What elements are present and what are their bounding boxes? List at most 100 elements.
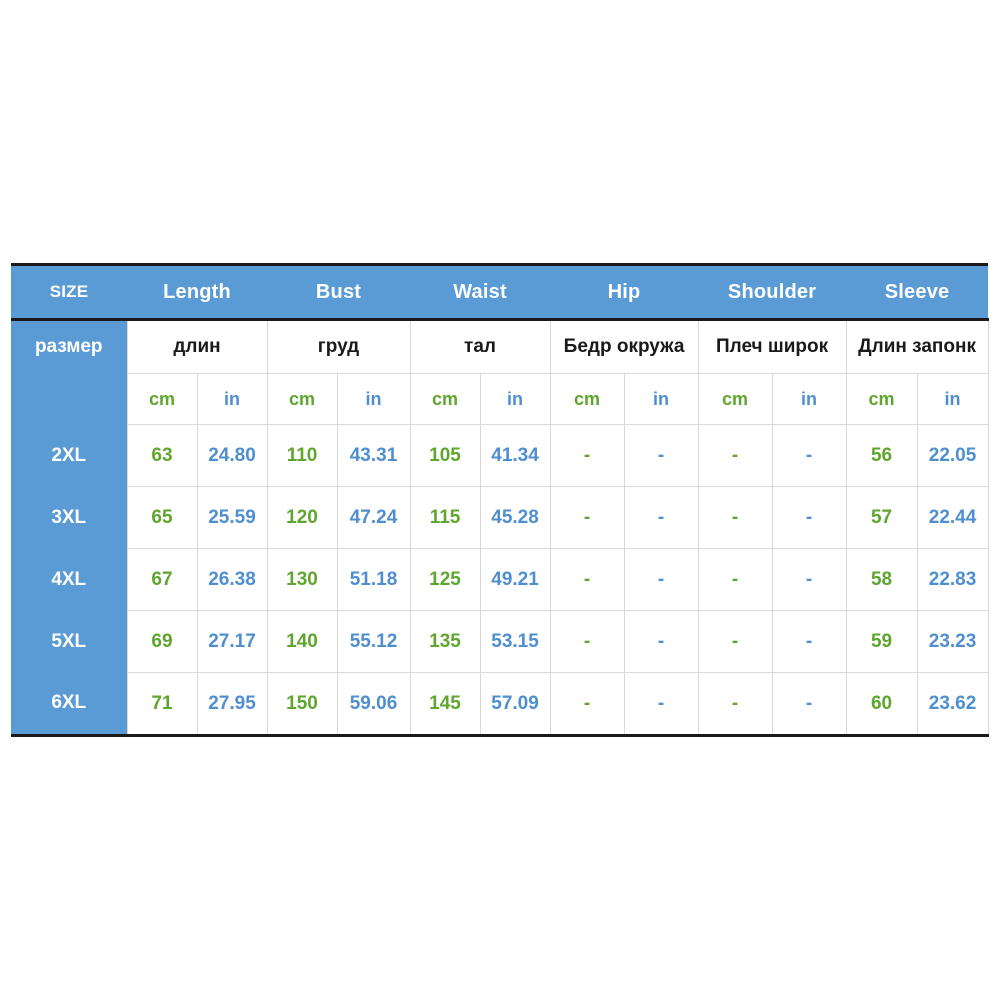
size-label: 2XL	[11, 424, 127, 487]
cell-shoulder-cm: -	[697, 610, 773, 673]
header-waist-en: Waist	[410, 263, 551, 321]
header-row-units: cm in cm in cm in cm in cm in cm in	[11, 373, 989, 425]
cell-hip-cm: -	[549, 672, 625, 737]
cell-length-cm: 71	[126, 672, 198, 737]
cell-hip-in: -	[623, 672, 699, 737]
unit-length-cm: cm	[126, 373, 198, 425]
cell-length-in: 27.95	[196, 672, 268, 737]
table-row: 3XL 65 25.59 120 47.24 115 45.28 - - - -…	[11, 486, 989, 549]
header-sleeve-en: Sleeve	[846, 263, 989, 321]
cell-waist-cm: 115	[409, 486, 481, 549]
unit-hip-in: in	[623, 373, 699, 425]
size-chart-container: SIZE Length Bust Waist Hip Shoulder Slee…	[11, 263, 989, 737]
cell-shoulder-in: -	[771, 486, 847, 549]
header-size-ru: размер	[11, 319, 127, 374]
cell-bust-cm: 120	[266, 486, 338, 549]
cell-sleeve-cm: 59	[845, 610, 918, 673]
cell-hip-in: -	[623, 548, 699, 611]
size-chart-table: SIZE Length Bust Waist Hip Shoulder Slee…	[11, 263, 989, 737]
cell-hip-in: -	[623, 610, 699, 673]
header-size-en: SIZE	[11, 263, 127, 321]
cell-bust-cm: 130	[266, 548, 338, 611]
cell-waist-in: 45.28	[479, 486, 551, 549]
cell-shoulder-cm: -	[697, 548, 773, 611]
header-row-russian: размер длин груд тал Бедр окружа Плеч ши…	[11, 319, 989, 374]
header-shoulder-en: Shoulder	[698, 263, 847, 321]
cell-hip-in: -	[623, 486, 699, 549]
unit-bust-cm: cm	[266, 373, 338, 425]
cell-waist-cm: 145	[409, 672, 481, 737]
unit-bust-in: in	[336, 373, 411, 425]
cell-length-cm: 67	[126, 548, 198, 611]
cell-hip-in: -	[623, 424, 699, 487]
cell-sleeve-cm: 57	[845, 486, 918, 549]
cell-bust-cm: 140	[266, 610, 338, 673]
cell-shoulder-cm: -	[697, 672, 773, 737]
header-waist-ru: тал	[409, 319, 551, 374]
cell-sleeve-cm: 56	[845, 424, 918, 487]
cell-bust-in: 43.31	[336, 424, 411, 487]
cell-bust-cm: 110	[266, 424, 338, 487]
cell-hip-cm: -	[549, 548, 625, 611]
cell-bust-in: 59.06	[336, 672, 411, 737]
cell-sleeve-in: 22.05	[916, 424, 989, 487]
unit-sleeve-in: in	[916, 373, 989, 425]
page-canvas: SIZE Length Bust Waist Hip Shoulder Slee…	[0, 0, 1000, 1000]
unit-shoulder-in: in	[771, 373, 847, 425]
size-label: 3XL	[11, 486, 127, 549]
cell-bust-in: 47.24	[336, 486, 411, 549]
header-shoulder-ru: Плеч широк	[697, 319, 847, 374]
header-bust-en: Bust	[267, 263, 411, 321]
table-row: 5XL 69 27.17 140 55.12 135 53.15 - - - -…	[11, 610, 989, 673]
unit-shoulder-cm: cm	[697, 373, 773, 425]
cell-sleeve-in: 22.83	[916, 548, 989, 611]
size-label: 5XL	[11, 610, 127, 673]
size-label: 6XL	[11, 672, 127, 737]
table-row: 6XL 71 27.95 150 59.06 145 57.09 - - - -…	[11, 672, 989, 737]
table-row: 4XL 67 26.38 130 51.18 125 49.21 - - - -…	[11, 548, 989, 611]
header-sleeve-ru: Длин запонк	[845, 319, 989, 374]
cell-bust-in: 51.18	[336, 548, 411, 611]
unit-length-in: in	[196, 373, 268, 425]
cell-length-in: 24.80	[196, 424, 268, 487]
cell-waist-cm: 105	[409, 424, 481, 487]
cell-shoulder-in: -	[771, 424, 847, 487]
cell-hip-cm: -	[549, 610, 625, 673]
header-hip-ru: Бедр окружа	[549, 319, 699, 374]
cell-shoulder-in: -	[771, 610, 847, 673]
cell-sleeve-in: 23.62	[916, 672, 989, 737]
header-length-en: Length	[127, 263, 268, 321]
cell-bust-cm: 150	[266, 672, 338, 737]
cell-shoulder-in: -	[771, 548, 847, 611]
unit-sleeve-cm: cm	[845, 373, 918, 425]
cell-sleeve-cm: 60	[845, 672, 918, 737]
cell-waist-in: 49.21	[479, 548, 551, 611]
cell-length-cm: 63	[126, 424, 198, 487]
cell-length-in: 26.38	[196, 548, 268, 611]
cell-length-cm: 69	[126, 610, 198, 673]
header-bust-ru: груд	[266, 319, 411, 374]
cell-length-in: 27.17	[196, 610, 268, 673]
cell-sleeve-in: 23.23	[916, 610, 989, 673]
header-length-ru: длин	[126, 319, 268, 374]
unit-hip-cm: cm	[549, 373, 625, 425]
cell-sleeve-cm: 58	[845, 548, 918, 611]
header-hip-en: Hip	[550, 263, 699, 321]
header-row-english: SIZE Length Bust Waist Hip Shoulder Slee…	[11, 263, 989, 321]
cell-length-cm: 65	[126, 486, 198, 549]
cell-hip-cm: -	[549, 424, 625, 487]
cell-length-in: 25.59	[196, 486, 268, 549]
cell-waist-in: 53.15	[479, 610, 551, 673]
unit-waist-in: in	[479, 373, 551, 425]
size-label: 4XL	[11, 548, 127, 611]
cell-shoulder-cm: -	[697, 424, 773, 487]
cell-shoulder-cm: -	[697, 486, 773, 549]
table-row: 2XL 63 24.80 110 43.31 105 41.34 - - - -…	[11, 424, 989, 487]
cell-shoulder-in: -	[771, 672, 847, 737]
cell-waist-in: 57.09	[479, 672, 551, 737]
cell-waist-in: 41.34	[479, 424, 551, 487]
cell-waist-cm: 135	[409, 610, 481, 673]
cell-sleeve-in: 22.44	[916, 486, 989, 549]
cell-hip-cm: -	[549, 486, 625, 549]
unit-size-blank	[11, 373, 127, 425]
